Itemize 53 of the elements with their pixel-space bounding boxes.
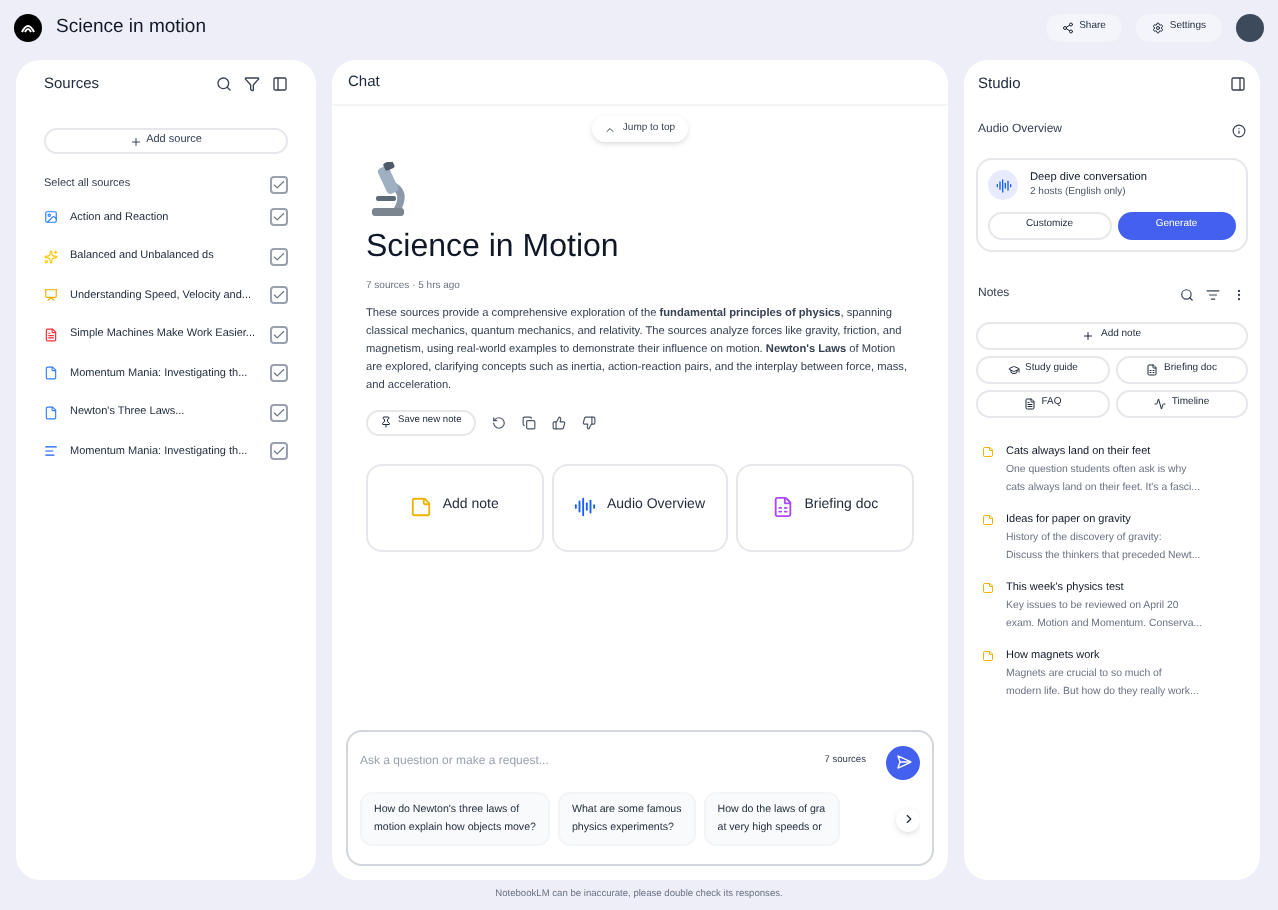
panel-toggle-icon[interactable] <box>1230 75 1246 91</box>
slides-icon <box>44 288 58 303</box>
checkbox[interactable] <box>270 286 288 305</box>
note-icon <box>982 445 994 458</box>
chevron-up-icon <box>604 123 617 135</box>
checkbox[interactable] <box>270 208 288 227</box>
thumbs-up-icon[interactable] <box>551 415 566 429</box>
copy-icon[interactable] <box>521 415 536 429</box>
send-button[interactable] <box>886 745 920 779</box>
avatar[interactable] <box>1236 14 1264 42</box>
document-icon <box>1023 397 1036 410</box>
note-icon <box>982 649 994 662</box>
notebook-title: Science in Motion <box>366 228 621 268</box>
note-icon <box>410 496 433 518</box>
note-icon <box>982 581 994 594</box>
info-icon[interactable] <box>1232 123 1246 137</box>
settings-icon <box>1151 22 1164 34</box>
thumbs-down-icon[interactable] <box>581 415 596 429</box>
sparkle-icon <box>44 249 58 264</box>
document-icon <box>44 327 58 342</box>
document-icon <box>44 405 58 420</box>
checkbox[interactable] <box>270 325 288 344</box>
filter-icon[interactable] <box>244 76 260 92</box>
trend-line-icon <box>1153 397 1166 410</box>
checkbox[interactable] <box>270 247 288 266</box>
note-icon <box>982 513 994 526</box>
next-button[interactable] <box>896 807 920 831</box>
regenerate-icon[interactable] <box>491 415 506 429</box>
app-logo-icon[interactable] <box>14 14 42 42</box>
waveform-icon <box>574 496 597 518</box>
search-icon[interactable] <box>216 76 232 92</box>
pin-icon <box>380 416 392 428</box>
graduation-cap-icon <box>1007 363 1020 376</box>
checkbox[interactable] <box>270 403 288 422</box>
text-icon <box>44 444 58 459</box>
search-icon[interactable] <box>1180 288 1194 303</box>
plus-icon <box>130 135 143 147</box>
notebook-title: Science in motion <box>56 13 208 42</box>
waveform-icon <box>988 170 1018 201</box>
image-icon <box>44 210 58 225</box>
checkbox[interactable] <box>270 175 288 193</box>
panel-toggle-icon[interactable] <box>272 76 288 92</box>
send-icon <box>895 754 911 770</box>
document-icon <box>1146 363 1159 376</box>
share-icon <box>1061 22 1074 34</box>
plus-icon <box>1082 329 1095 342</box>
checkbox[interactable] <box>270 364 288 383</box>
checkbox[interactable] <box>270 442 288 461</box>
more-icon[interactable] <box>1232 288 1246 303</box>
chevron-right-icon <box>901 812 915 826</box>
document-icon <box>44 366 58 381</box>
document-icon <box>772 496 795 518</box>
sort-icon[interactable] <box>1206 288 1220 303</box>
